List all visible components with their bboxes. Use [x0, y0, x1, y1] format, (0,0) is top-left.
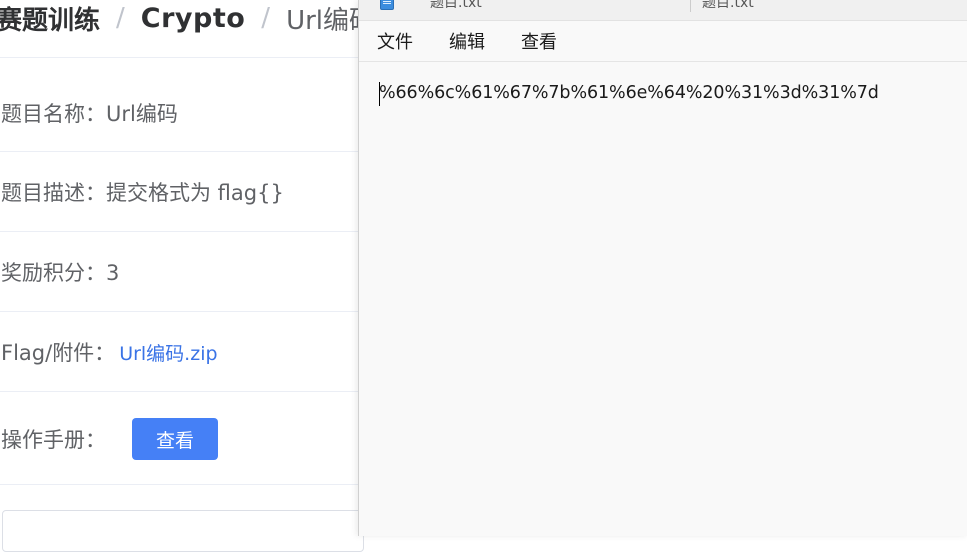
attachment-download-link[interactable]: Url编码.zip — [119, 339, 217, 366]
challenge-description: 题目描述：提交格式为 flag{} — [1, 181, 284, 205]
challenge-points: 奖励积分：3 — [1, 261, 120, 285]
breadcrumb: 赛题训练 / Crypto / Url编码 — [0, 0, 375, 39]
breadcrumb-item-crypto[interactable]: Crypto — [141, 3, 246, 34]
manual-label: 操作手册： — [1, 427, 106, 452]
flag-input-box[interactable] — [2, 510, 364, 552]
flag-attachment-row: Flag/附件： Url编码.zip — [0, 313, 360, 392]
breadcrumb-item-training[interactable]: 赛题训练 — [0, 0, 100, 37]
flag-attachment-label: Flag/附件： — [1, 341, 116, 365]
text-cursor — [379, 82, 380, 106]
encoded-text: %66%6c%61%67%7b%61%6e%64%20%31%3d%31%7d — [379, 83, 879, 103]
notepad-text-area[interactable]: %66%6c%61%67%7b%61%6e%64%20%31%3d%31%7d — [359, 62, 967, 536]
tab-separator — [690, 0, 691, 12]
challenge-description-row: 题目描述：提交格式为 flag{} — [0, 153, 360, 232]
manual-row: 操作手册： 查看 — [0, 393, 360, 485]
notepad-menu-bar: 文件 编辑 查看 — [359, 21, 967, 61]
notepad-tab-active[interactable]: 题目.txt — [430, 0, 482, 12]
view-manual-button[interactable]: 查看 — [132, 418, 218, 460]
divider — [0, 57, 360, 58]
challenge-points-row: 奖励积分：3 — [0, 233, 360, 312]
divider — [0, 231, 360, 232]
divider — [0, 151, 360, 152]
challenge-name: 题目名称：Url编码 — [1, 101, 178, 126]
menu-file[interactable]: 文件 — [359, 24, 431, 58]
breadcrumb-separator: / — [116, 3, 125, 33]
notepad-window: 题目.txt 题目.txt 文件 编辑 查看 %66%6c%61%67%7b%6… — [358, 0, 967, 536]
challenge-name-row: 题目名称：Url编码 — [0, 74, 360, 152]
divider — [0, 484, 360, 485]
menu-edit[interactable]: 编辑 — [431, 24, 503, 58]
notepad-file-icon — [380, 0, 394, 10]
divider — [0, 311, 360, 312]
menu-view[interactable]: 查看 — [503, 24, 575, 58]
notepad-tab-second[interactable]: 题目.txt — [702, 0, 754, 12]
breadcrumb-separator: / — [261, 3, 271, 33]
divider — [0, 391, 360, 392]
notepad-tab-strip: 题目.txt 题目.txt — [359, 0, 967, 21]
